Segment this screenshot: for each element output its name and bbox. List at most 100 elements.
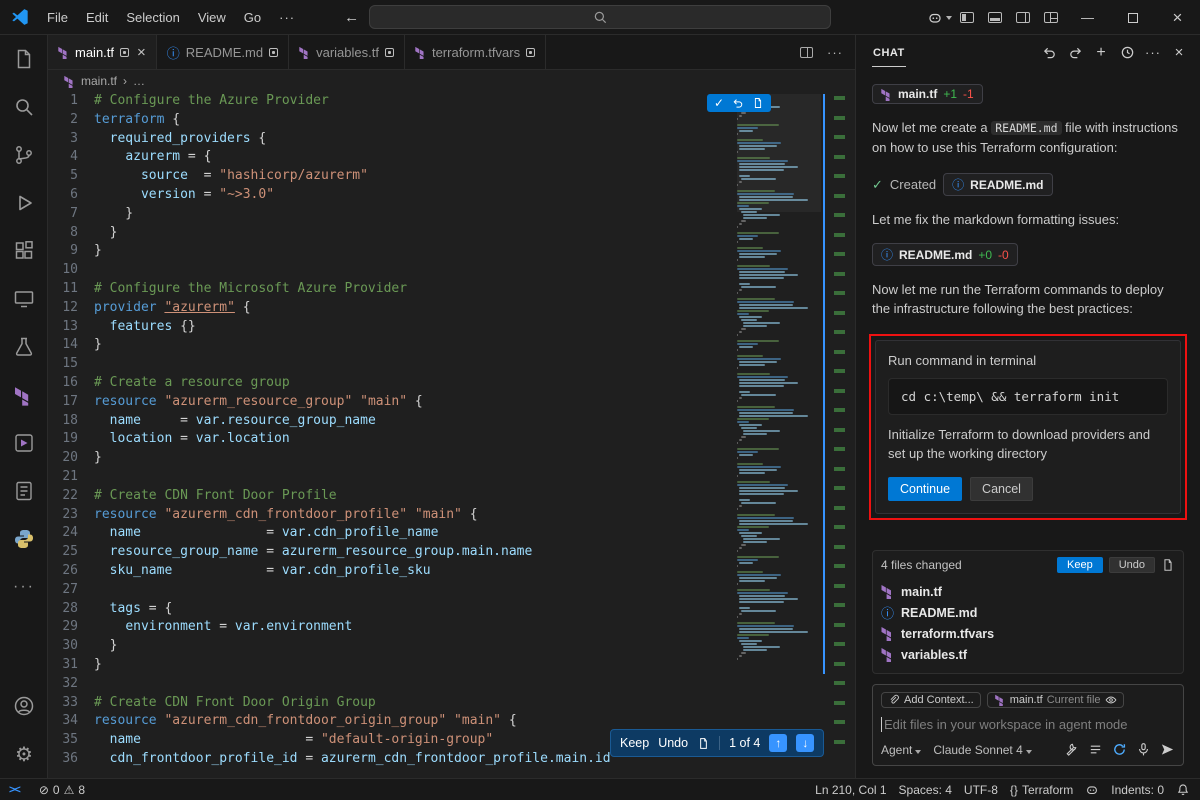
code-line[interactable]: 19 location = var.location <box>48 430 737 449</box>
undo-icon[interactable] <box>1038 42 1060 64</box>
tab-terraform.tfvars[interactable]: terraform.tfvars <box>405 35 546 69</box>
code-line[interactable]: 26 sku_name = var.cdn_profile_sku <box>48 562 737 581</box>
customize-layout-icon[interactable] <box>1037 0 1065 35</box>
changed-file-row[interactable]: terraform.tfvars <box>881 623 1175 644</box>
indentation-setting[interactable]: Spaces: 4 <box>893 783 958 797</box>
chat-more-icon[interactable]: ··· <box>1142 42 1164 64</box>
activity-notebook[interactable] <box>0 467 48 515</box>
chat-input-box[interactable]: Add Context... main.tf Current file <box>872 684 1184 766</box>
code-line[interactable]: 3 required_providers { <box>48 130 737 149</box>
code-line[interactable]: 24 name = var.cdn_profile_name <box>48 524 737 543</box>
menu-overflow-icon[interactable]: ··· <box>270 10 304 25</box>
code-line[interactable]: 20} <box>48 449 737 468</box>
split-editor-icon[interactable] <box>800 47 813 58</box>
history-icon[interactable] <box>1116 42 1138 64</box>
activity-python[interactable] <box>0 515 48 563</box>
code-line[interactable]: 25 resource_group_name = azurerm_resourc… <box>48 543 737 562</box>
code-line[interactable]: 32 <box>48 675 737 694</box>
menu-item-file[interactable]: File <box>38 0 77 34</box>
breadcrumb-file[interactable]: main.tf <box>81 74 117 88</box>
encoding-setting[interactable]: UTF-8 <box>958 783 1004 797</box>
mode-picker[interactable]: Agent <box>881 743 921 757</box>
toggle-panel-icon[interactable] <box>981 0 1009 35</box>
microphone-icon[interactable] <box>1136 742 1151 757</box>
close-tab-icon[interactable]: × <box>137 44 146 61</box>
discard-change-icon[interactable] <box>732 97 744 109</box>
remote-indicator[interactable]: >< <box>0 784 29 796</box>
eye-icon[interactable] <box>1105 694 1117 706</box>
chat-input[interactable]: Edit files in your workspace in agent mo… <box>881 717 1175 732</box>
changed-file-row[interactable]: variables.tf <box>881 644 1175 665</box>
activity-account[interactable] <box>0 682 48 730</box>
code-line[interactable]: 27 <box>48 581 737 600</box>
problems-status[interactable]: ⊘ 0 ⚠ 8 <box>33 783 91 797</box>
view-changes-icon[interactable] <box>1161 558 1175 572</box>
indents-status[interactable]: Indents: 0 <box>1105 783 1170 797</box>
code-line[interactable]: 18 name = var.resource_group_name <box>48 412 737 431</box>
activity-remote-explorer[interactable] <box>0 275 48 323</box>
code-line[interactable]: 23resource "azurerm_cdn_frontdoor_profil… <box>48 506 737 525</box>
code-line[interactable]: 12provider "azurerm" { <box>48 299 737 318</box>
code-line[interactable]: 28 tags = { <box>48 600 737 619</box>
file-icon[interactable] <box>697 737 710 750</box>
close-window-button[interactable]: × <box>1155 0 1200 35</box>
code-line[interactable]: 1# Configure the Azure Provider <box>48 92 737 111</box>
open-file-icon[interactable] <box>752 97 764 109</box>
activity-more[interactable]: ··· <box>0 563 48 611</box>
attached-file-chip[interactable]: main.tf Current file <box>987 692 1124 708</box>
menu-item-edit[interactable]: Edit <box>77 0 117 34</box>
keep-all-button[interactable]: Keep <box>1057 557 1103 573</box>
new-chat-icon[interactable]: + <box>1090 42 1112 64</box>
language-mode[interactable]: {} Terraform <box>1004 783 1079 797</box>
code-line[interactable]: 29 environment = var.environment <box>48 618 737 637</box>
send-icon[interactable] <box>1160 742 1175 757</box>
minimize-button[interactable]: — <box>1065 0 1110 35</box>
keep-button[interactable]: Keep <box>620 736 649 750</box>
activity-testing[interactable] <box>0 323 48 371</box>
previous-change-icon[interactable]: ↑ <box>769 734 787 752</box>
minimap[interactable] <box>737 94 821 778</box>
tools-icon[interactable] <box>1064 742 1079 757</box>
activity-source-control[interactable] <box>0 131 48 179</box>
activity-search[interactable] <box>0 83 48 131</box>
redo-icon[interactable] <box>1064 42 1086 64</box>
code-line[interactable]: 4 azurerm = { <box>48 148 737 167</box>
code-line[interactable]: 21 <box>48 468 737 487</box>
breadcrumb[interactable]: main.tf › … <box>48 70 855 92</box>
code-line[interactable]: 2terraform { <box>48 111 737 130</box>
breadcrumb-symbol[interactable]: … <box>133 74 145 88</box>
tab-README.md[interactable]: ⓘREADME.md <box>157 35 289 69</box>
code-line[interactable]: 14} <box>48 336 737 355</box>
code-line[interactable]: 16# Create a resource group <box>48 374 737 393</box>
maximize-button[interactable] <box>1110 0 1155 35</box>
model-picker[interactable]: Claude Sonnet 4 <box>933 743 1031 757</box>
notifications-bell-icon[interactable] <box>1170 783 1200 797</box>
undo-all-button[interactable]: Undo <box>1109 557 1155 573</box>
code-line[interactable]: 22# Create CDN Front Door Profile <box>48 487 737 506</box>
command-center-search[interactable] <box>369 5 831 29</box>
code-line[interactable]: 33# Create CDN Front Door Origin Group <box>48 694 737 713</box>
menu-item-view[interactable]: View <box>189 0 235 34</box>
code-line[interactable]: 17resource "azurerm_resource_group" "mai… <box>48 393 737 412</box>
code-line[interactable]: 7 } <box>48 205 737 224</box>
code-line[interactable]: 9} <box>48 242 737 261</box>
changed-file-pill[interactable]: main.tf +1 -1 <box>872 84 983 104</box>
activity-extensions[interactable] <box>0 227 48 275</box>
sync-loop-icon[interactable] <box>1112 742 1127 757</box>
activity-terraform-workspace[interactable] <box>0 419 48 467</box>
changed-file-row[interactable]: main.tf <box>881 581 1175 602</box>
code-line[interactable]: 8 } <box>48 224 737 243</box>
code-line[interactable]: 6 version = "~>3.0" <box>48 186 737 205</box>
copilot-status-icon[interactable] <box>1079 783 1105 797</box>
created-file-pill[interactable]: ⓘ README.md <box>943 173 1052 196</box>
activity-settings[interactable]: ⚙ <box>0 730 48 778</box>
activity-explorer[interactable] <box>0 35 48 83</box>
code-line[interactable]: 13 features {} <box>48 318 737 337</box>
tasklist-icon[interactable] <box>1088 742 1103 757</box>
next-change-icon[interactable]: ↓ <box>796 734 814 752</box>
cancel-button[interactable]: Cancel <box>970 477 1033 501</box>
tab-variables.tf[interactable]: variables.tf <box>289 35 405 69</box>
code-line[interactable]: 5 source = "hashicorp/azurerm" <box>48 167 737 186</box>
code-line[interactable]: 15 <box>48 355 737 374</box>
code-line[interactable]: 11# Configure the Microsoft Azure Provid… <box>48 280 737 299</box>
